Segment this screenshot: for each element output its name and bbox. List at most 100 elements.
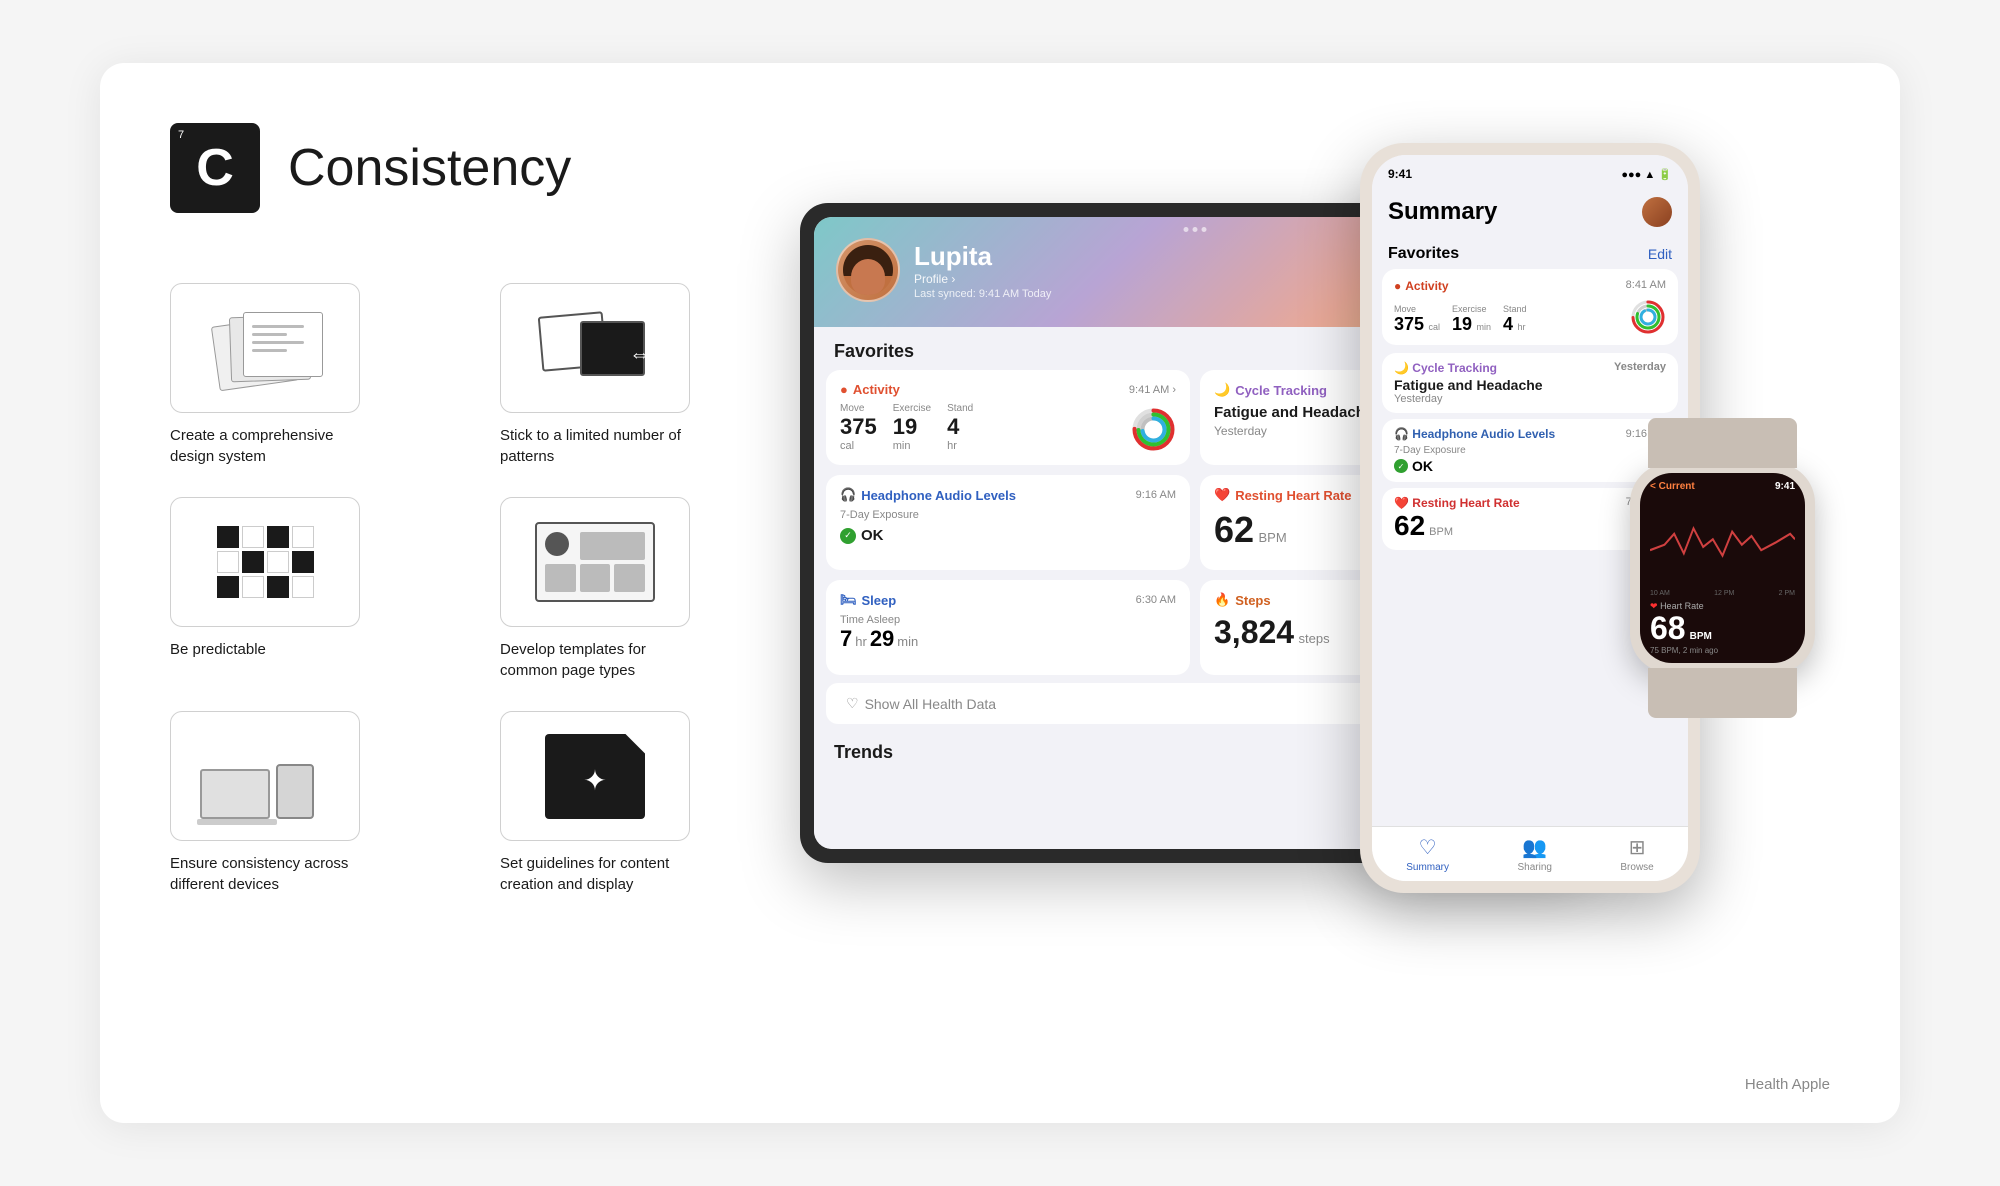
checkerboard-icon <box>217 526 314 598</box>
iphone-status-bar: 9:41 ●●● ▲ 🔋 <box>1372 155 1688 193</box>
iphone-ok-dot: ✓ <box>1394 459 1408 473</box>
nav-browse-label: Browse <box>1620 862 1653 873</box>
iphone-cycle-label: Fatigue and Headache <box>1394 377 1666 393</box>
activity-dot-small: ● <box>1394 279 1401 293</box>
profile-link: Profile › <box>914 272 1051 286</box>
watch-chart-area <box>1650 496 1795 588</box>
activity-dot: ● <box>840 382 848 397</box>
sleep-minutes: 29 <box>870 626 894 652</box>
iphone-activity-stats: Move 375 cal Exercise 19 min Stand <box>1394 299 1666 335</box>
watch-mockup: < Current 9:41 10 AM 12 PM 2 PM ❤ Heart … <box>1630 463 1815 673</box>
nav-sharing[interactable]: 👥 Sharing <box>1517 835 1551 873</box>
slide-letter: C <box>196 138 234 198</box>
iphone-stand-stat: Stand 4 hr <box>1503 304 1527 335</box>
watch-label-2pm: 2 PM <box>1779 590 1795 597</box>
iphone-activity-card: ● Activity 8:41 AM Move 375 cal <box>1382 269 1678 345</box>
slide-number: 7 <box>178 129 184 141</box>
watch-time: 9:41 <box>1775 481 1795 492</box>
sharing-nav-icon: 👥 <box>1522 835 1547 860</box>
stand-stat: Stand 4 hr <box>947 403 973 452</box>
card-content: ✦ Set guidelines for content creation an… <box>500 711 790 895</box>
iphone-header: Summary <box>1372 193 1688 235</box>
card-patterns-label: Stick to a limited number of patterns <box>500 425 690 467</box>
iphone-ok-text: OK <box>1412 458 1433 474</box>
iphone-time: 9:41 <box>1388 167 1412 181</box>
card-templates: Develop templates for common page types <box>500 497 790 681</box>
sleep-hr-label: hr <box>855 634 867 649</box>
watch-band-bottom <box>1648 668 1797 718</box>
sleep-duration: 7 hr 29 min <box>840 626 1176 652</box>
card-predictable-icon-box <box>170 497 360 627</box>
profile-name: Lupita <box>914 241 1051 272</box>
card-patterns-icon-box: ⇔ <box>500 283 690 413</box>
nav-summary[interactable]: ♡ Summary <box>1406 835 1449 873</box>
iphone-bpm-unit: BPM <box>1429 526 1453 538</box>
iphone-bottom-nav: ♡ Summary 👥 Sharing ⊞ Browse <box>1372 826 1688 881</box>
card-content-icon-box: ✦ <box>500 711 690 841</box>
iphone-heart-header: ❤️ Resting Heart Rate 7:00 AM <box>1394 496 1666 510</box>
watch-band-top <box>1648 418 1797 468</box>
sleep-title-row: 🛏 Sleep 6:30 AM <box>840 592 1176 608</box>
card-devices-label: Ensure consistency across different devi… <box>170 853 360 895</box>
headphone-title: 🎧 Headphone Audio Levels <box>840 487 1016 503</box>
watch-bpm-row: 68 BPM <box>1650 612 1795 644</box>
resize-squares-icon: ⇔ <box>535 306 655 391</box>
steps-unit: steps <box>1299 631 1330 646</box>
card-content-label: Set guidelines for content creation and … <box>500 853 690 895</box>
content-doc-icon: ✦ <box>545 734 645 819</box>
watch-status-row: < Current 9:41 <box>1650 481 1795 492</box>
iphone-summary-row: Summary <box>1388 197 1672 227</box>
resize-icon: ⇔ <box>629 341 651 367</box>
iphone-activity-header: ● Activity 8:41 AM <box>1394 279 1666 293</box>
iphone-edit-button[interactable]: Edit <box>1648 246 1672 262</box>
card-templates-label: Develop templates for common page types <box>500 639 690 681</box>
card-patterns: ⇔ Stick to a limited number of patterns <box>500 283 790 467</box>
iphone-move-stat: Move 375 cal <box>1394 304 1440 335</box>
heart-title: ❤️ Resting Heart Rate <box>1214 487 1352 503</box>
watch-time-labels: 10 AM 12 PM 2 PM <box>1650 590 1795 597</box>
right-section: ☁ 100% Lupita Profile › Last synced: 9:4… <box>800 143 1880 1043</box>
device-stack-icon <box>200 734 330 819</box>
ok-dot: ✓ <box>840 528 856 544</box>
nav-summary-label: Summary <box>1406 862 1449 873</box>
sleep-time: 6:30 AM <box>1136 594 1176 606</box>
iphone-headphone-title: 🎧 Headphone Audio Levels <box>1394 427 1555 441</box>
ipad-status-dots <box>1184 227 1207 232</box>
slide-title: Consistency <box>288 138 571 198</box>
show-all-label: Show All Health Data <box>865 696 997 712</box>
iphone-signal: ●●● ▲ 🔋 <box>1621 168 1672 181</box>
iphone-activity-ring <box>1630 299 1666 335</box>
nav-browse[interactable]: ⊞ Browse <box>1620 835 1653 873</box>
bpm-label: BPM <box>1259 530 1287 545</box>
ok-badge: ✓ OK <box>840 527 1176 544</box>
small-device <box>276 764 314 819</box>
content-star-icon: ✦ <box>583 764 606 797</box>
card-design-system-label: Create a comprehensive design system <box>170 425 360 467</box>
iphone-avatar <box>1642 197 1672 227</box>
card-design-system-icon-box <box>170 283 360 413</box>
activity-card: ● Activity 9:41 AM › Move <box>826 370 1190 465</box>
iphone-cycle-date-label: Yesterday <box>1394 393 1666 405</box>
letter-icon: 7 C <box>170 123 260 213</box>
iphone-activity-time: 8:41 AM <box>1626 279 1666 293</box>
headphone-exposure: 7-Day Exposure <box>840 509 1176 521</box>
sleep-label: Time Asleep <box>840 614 1176 626</box>
watch-bpm-unit: BPM <box>1690 631 1712 642</box>
template-layout-icon <box>535 522 655 602</box>
activity-time-chevron: 9:41 AM › <box>1129 384 1176 396</box>
iphone-exposure-label: 7-Day Exposure <box>1394 445 1666 456</box>
ok-label: OK <box>861 527 884 544</box>
sleep-card: 🛏 Sleep 6:30 AM Time Asleep 7 hr 29 min <box>826 580 1190 675</box>
headphone-card: 🎧 Headphone Audio Levels 9:16 AM 7-Day E… <box>826 475 1190 570</box>
card-templates-icon-box <box>500 497 690 627</box>
heart-bpm: 62 <box>1214 509 1254 550</box>
watch-current-label: < Current <box>1650 481 1695 492</box>
heart-small-icon: ♡ <box>846 695 859 712</box>
profile-info: Lupita Profile › Last synced: 9:41 AM To… <box>914 241 1051 300</box>
nav-sharing-label: Sharing <box>1517 862 1551 873</box>
watch-label-10am: 10 AM <box>1650 590 1670 597</box>
steps-title: 🔥 Steps <box>1214 592 1271 608</box>
stacked-docs-icon <box>205 306 325 391</box>
watch-heart-sparkline <box>1650 512 1795 572</box>
iphone-exercise-stat: Exercise 19 min <box>1452 304 1491 335</box>
